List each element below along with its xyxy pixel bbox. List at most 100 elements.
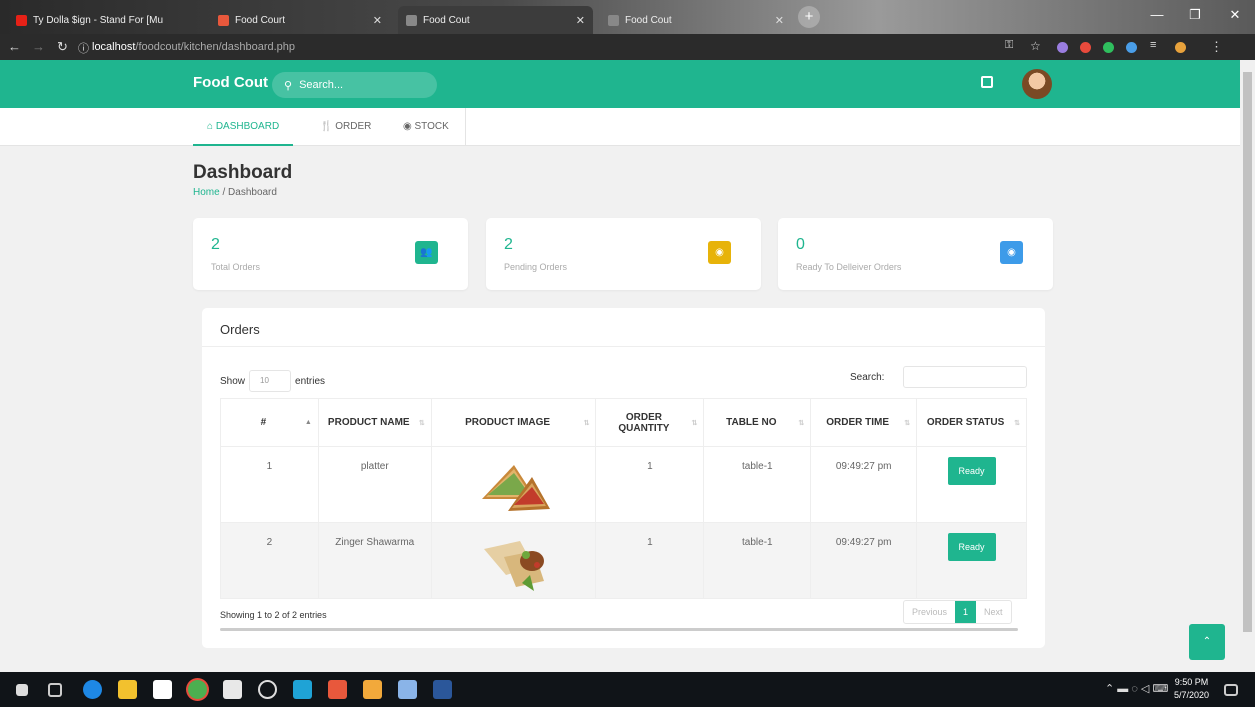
reload-icon[interactable]: ↻	[57, 39, 68, 55]
app-icon[interactable]	[293, 680, 312, 699]
close-tab-icon[interactable]: ✕	[367, 14, 382, 27]
search-placeholder: Search...	[299, 79, 344, 91]
breadcrumb-home-link[interactable]: Home	[193, 187, 220, 198]
media-icon[interactable]	[258, 680, 277, 699]
column-header[interactable]: ORDER STATUS ⇅	[916, 398, 1027, 447]
table-info: Showing 1 to 2 of 2 entries	[220, 610, 327, 620]
column-header[interactable]: PRODUCT NAME ⇅	[317, 398, 432, 447]
brand-logo[interactable]: Food Cout	[193, 74, 268, 91]
tab-title: Food Cout	[423, 14, 470, 26]
entries-length-control: Show 10 entries	[220, 370, 325, 392]
menu-icon[interactable]: ⋮	[1210, 39, 1223, 55]
avatar[interactable]	[1022, 69, 1052, 99]
chrome-icon[interactable]	[188, 680, 207, 699]
stat-label: Pending Orders	[504, 262, 568, 272]
file-explorer-icon[interactable]	[118, 680, 137, 699]
page-1-button[interactable]: 1	[955, 601, 977, 623]
back-to-top-button[interactable]: ⌃	[1189, 624, 1225, 660]
forward-icon[interactable]: →	[32, 39, 45, 54]
word-icon[interactable]	[433, 680, 452, 699]
column-header[interactable]: TABLE NO ⇅	[703, 398, 812, 447]
sort-icon: ▲	[304, 419, 312, 426]
edge-icon[interactable]	[83, 680, 102, 699]
table-search-input[interactable]	[903, 366, 1027, 388]
close-tab-icon[interactable]: ✕	[163, 14, 168, 27]
task-view-icon[interactable]	[48, 683, 62, 697]
table-number: table-1	[703, 522, 812, 599]
maximize-button[interactable]: ❐	[1176, 0, 1214, 34]
profile-icon[interactable]	[1175, 42, 1186, 53]
store-icon[interactable]	[153, 680, 172, 699]
breadcrumb: Home / Dashboard	[193, 187, 277, 198]
clock-date: 5/7/2020	[1174, 690, 1210, 700]
column-header[interactable]: ORDER TIME ⇅	[810, 398, 918, 447]
next-page-button[interactable]: Next	[976, 601, 1011, 623]
column-label: #	[260, 417, 267, 428]
tab-order[interactable]: 🍴 ORDER	[306, 108, 385, 146]
info-icon[interactable]: ⓘ	[78, 40, 89, 56]
sublime-icon[interactable]	[363, 680, 382, 699]
horizontal-scrollbar[interactable]	[220, 628, 1018, 631]
product-name: Zinger Shawarma	[317, 522, 432, 599]
ready-button[interactable]: Ready	[947, 457, 996, 485]
browser-tab[interactable]: Ty Dolla $ign - Stand For [Mu ✕	[8, 6, 168, 34]
search-input[interactable]: ⚲ Search...	[272, 72, 437, 98]
entries-label: entries	[295, 375, 326, 387]
orders-table: # ▲ PRODUCT NAME ⇅ PRODUCT IMAGE ⇅ ORDER QU…	[220, 398, 1027, 599]
extension-icon[interactable]	[1080, 42, 1091, 53]
back-icon[interactable]: ←	[8, 39, 21, 54]
extension-icon[interactable]	[1057, 42, 1068, 53]
address-bar: ← → ↻ ⓘ localhost/foodcout/kitchen/dashb…	[0, 34, 1255, 60]
sort-icon: ⇅	[1014, 420, 1020, 427]
extension-icon[interactable]	[1126, 42, 1137, 53]
order-quantity: 1	[595, 522, 705, 599]
playlist-icon[interactable]: ≡	[1150, 39, 1156, 51]
tab-label: ORDER	[335, 121, 372, 132]
stat-card-pending-orders: 2 Pending Orders ◉	[486, 218, 761, 290]
browser-tab[interactable]: Food Cout ✕	[600, 6, 792, 34]
main-nav: ⌂ DASHBOARD 🍴 ORDER ◉ STOCK	[0, 108, 1240, 146]
windows-start-icon[interactable]	[16, 684, 28, 696]
entries-select[interactable]: 10	[249, 370, 292, 392]
column-header[interactable]: # ▲	[220, 398, 319, 447]
column-label: ORDER TIME	[826, 417, 890, 428]
close-tab-icon[interactable]: ✕	[570, 14, 585, 27]
nav-divider	[465, 108, 466, 146]
page-icon	[608, 14, 619, 26]
minimize-button[interactable]: —	[1138, 0, 1176, 34]
status-cell: Ready	[916, 446, 1027, 523]
column-header[interactable]: ORDER QUANTITY ⇅	[595, 398, 705, 447]
clock[interactable]: 9:50 PM 5/7/2020	[1174, 676, 1209, 702]
scrollbar-thumb[interactable]	[1243, 72, 1252, 632]
paint-icon[interactable]	[398, 680, 417, 699]
xampp-icon[interactable]	[328, 680, 347, 699]
close-window-button[interactable]: ✕	[1216, 0, 1254, 34]
notification-icon[interactable]	[1224, 684, 1238, 696]
search-icon: ⚲	[284, 79, 293, 92]
system-tray[interactable]: ⌃ ▬ ◌ ◁ ⌨	[1105, 682, 1168, 695]
previous-page-button[interactable]: Previous	[904, 601, 955, 623]
stat-card-ready-orders: 0 Ready To Delleiver Orders ◉	[778, 218, 1053, 290]
xampp-icon	[218, 14, 229, 26]
column-header[interactable]: PRODUCT IMAGE ⇅	[430, 398, 597, 447]
tab-stock[interactable]: ◉ STOCK	[389, 108, 463, 146]
new-tab-button[interactable]: +	[798, 6, 820, 28]
shawarma-image	[483, 541, 544, 591]
extension-icon[interactable]	[1103, 42, 1114, 53]
fullscreen-icon[interactable]	[981, 76, 993, 88]
key-icon[interactable]: ⚿	[1005, 39, 1013, 52]
url-field[interactable]: localhost/foodcout/kitchen/dashboard.php	[92, 38, 992, 56]
stat-value: 2	[211, 236, 220, 253]
order-time: 09:49:27 pm	[810, 446, 918, 523]
mail-icon[interactable]	[223, 680, 242, 699]
stat-value: 2	[504, 236, 513, 253]
stat-value: 0	[796, 236, 805, 253]
tab-dashboard[interactable]: ⌂ DASHBOARD	[193, 108, 294, 146]
browser-tab-active[interactable]: Food Cout ✕	[398, 6, 593, 34]
ready-button[interactable]: Ready	[947, 533, 996, 561]
star-icon[interactable]: ☆	[1030, 39, 1041, 53]
close-tab-icon[interactable]: ✕	[769, 14, 784, 27]
browser-tab[interactable]: Food Court ✕	[210, 6, 390, 34]
url-path: /foodcout/kitchen/dashboard.php	[135, 41, 296, 53]
page-scrollbar[interactable]	[1240, 60, 1255, 672]
